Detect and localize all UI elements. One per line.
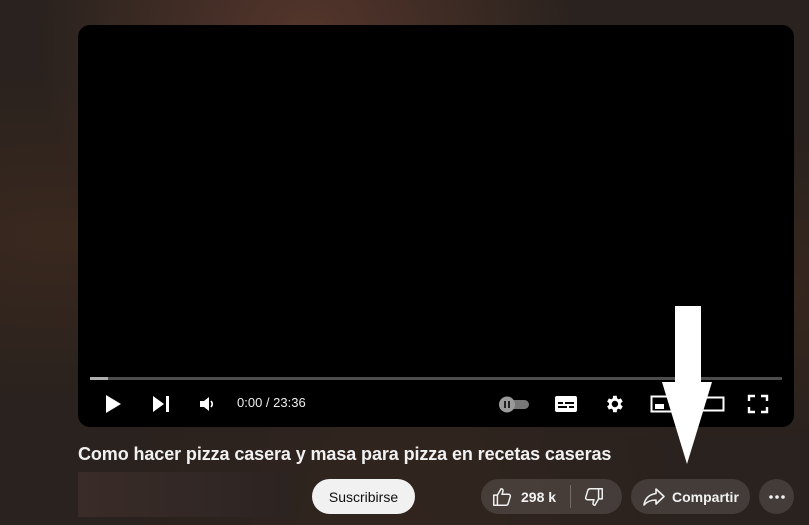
gear-icon [607, 395, 623, 413]
subtitles-button[interactable] [551, 391, 581, 417]
more-options-icon [768, 494, 785, 499]
like-count: 298 k [521, 488, 557, 505]
like-dislike-group: 298 k [481, 479, 622, 514]
share-button[interactable]: Compartir [631, 479, 750, 514]
volume-icon [200, 397, 214, 411]
time-display: 0:00 / 23:36 [237, 395, 306, 410]
channel-info[interactable] [78, 472, 290, 517]
share-label: Compartir [672, 488, 739, 505]
down-arrow-pointer-icon [662, 306, 712, 464]
autoplay-toggle[interactable] [496, 392, 532, 416]
play-icon [106, 395, 121, 413]
thumbs-up-icon [493, 487, 512, 506]
settings-button[interactable] [599, 391, 629, 417]
thumbs-down-icon [584, 487, 604, 506]
progress-buffered [90, 377, 108, 380]
next-button[interactable] [148, 391, 174, 417]
subtitles-icon [555, 396, 577, 412]
like-button[interactable]: 298 k [481, 479, 570, 514]
autoplay-toggle-icon [499, 396, 529, 413]
fullscreen-button[interactable] [744, 391, 772, 417]
video-title: Como hacer pizza casera y masa para pizz… [78, 444, 612, 464]
subscribe-button[interactable]: Suscribirse [312, 479, 415, 514]
dislike-button[interactable] [571, 479, 605, 514]
volume-button[interactable] [194, 391, 220, 417]
more-options-button[interactable] [759, 479, 794, 514]
play-button[interactable] [100, 391, 126, 417]
fullscreen-icon [747, 394, 769, 414]
next-icon [153, 396, 169, 412]
share-icon [643, 487, 665, 506]
